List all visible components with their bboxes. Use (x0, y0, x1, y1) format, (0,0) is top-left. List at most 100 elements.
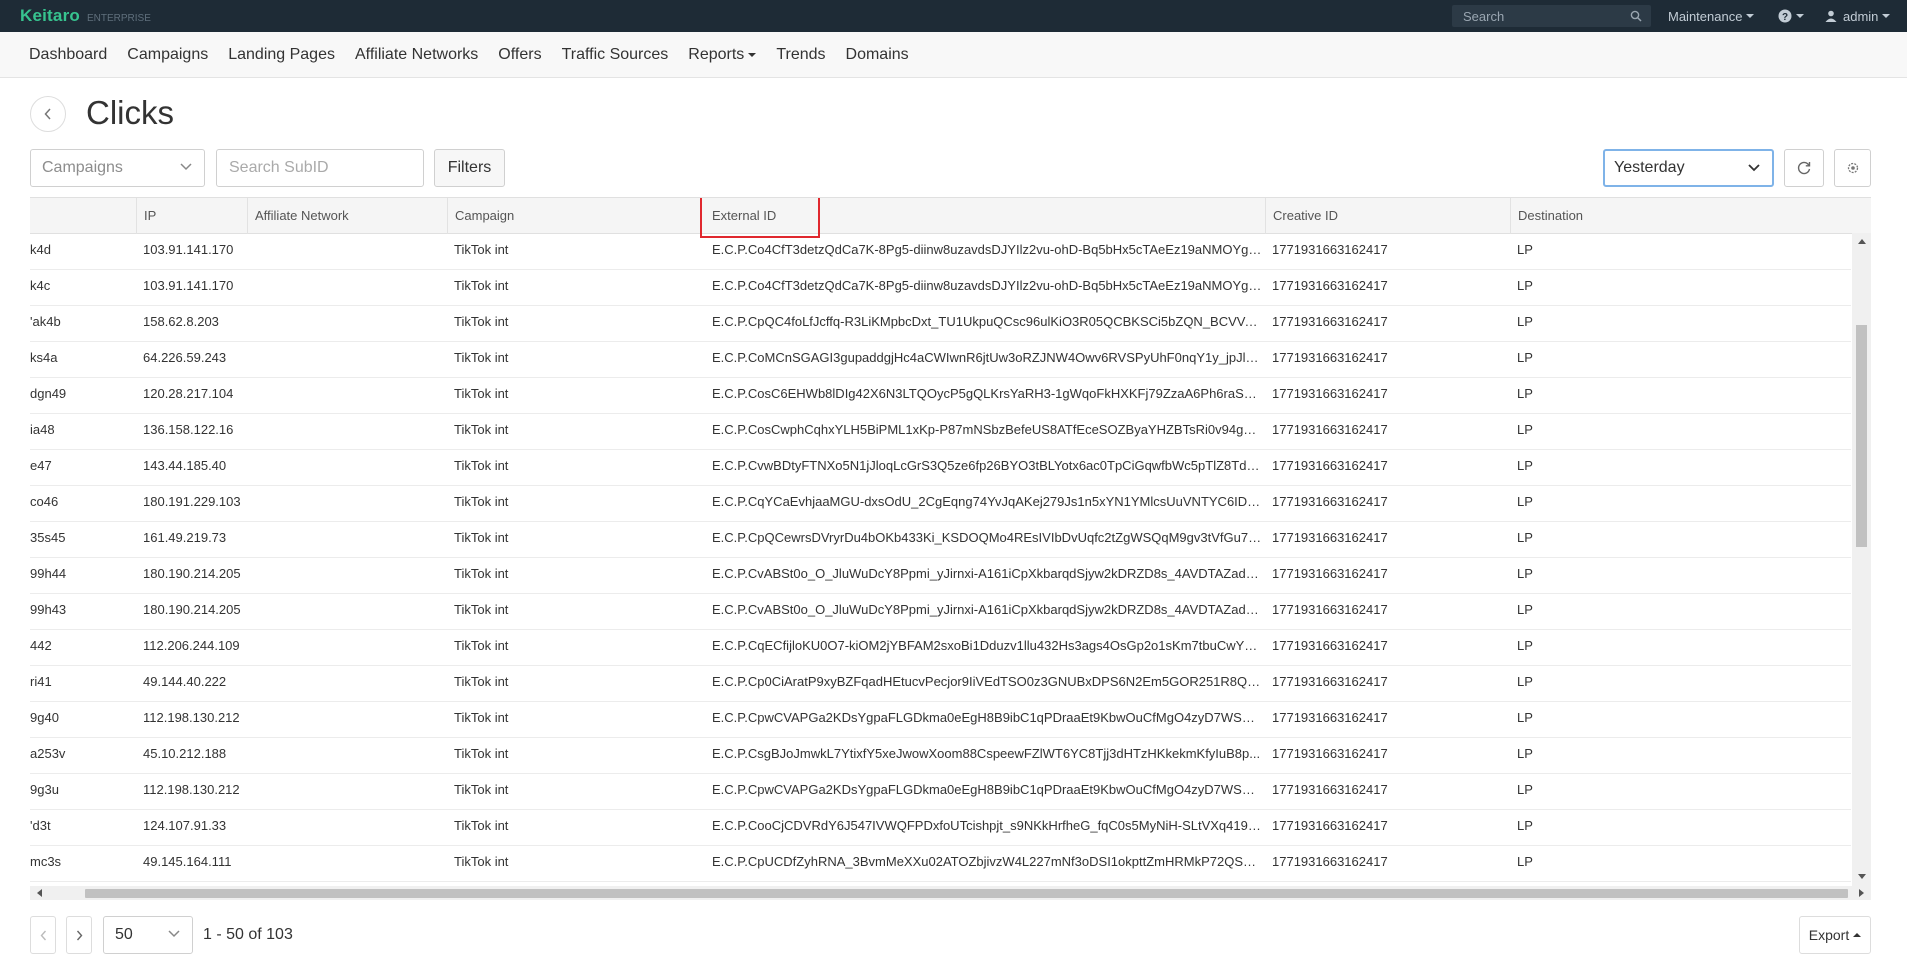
table-row[interactable]: 99h44 180.190.214.205 TikTok int E.C.P.C… (30, 558, 1851, 594)
cell-ip: 180.191.229.103 (143, 494, 241, 509)
column-header-subid[interactable] (30, 198, 136, 234)
cell-campaign: TikTok int (454, 314, 509, 329)
cell-subid: 'ak4b (30, 314, 61, 329)
nav-traffic-sources[interactable]: Traffic Sources (562, 46, 669, 64)
nav-affiliate-networks[interactable]: Affiliate Networks (355, 46, 478, 64)
cell-external-id: E.C.P.CpUCDfZyhRNA_3BvmMeXXu02ATOZbjivzW… (712, 854, 1262, 869)
prev-page-button[interactable] (30, 916, 56, 954)
export-button[interactable]: Export (1799, 916, 1871, 954)
cell-destination: LP (1517, 278, 1533, 293)
cell-subid: 'd3t (30, 818, 51, 833)
scroll-down-arrow-icon[interactable] (1858, 874, 1866, 879)
global-search-input[interactable] (1452, 8, 1622, 24)
scroll-right-arrow-icon[interactable] (1859, 889, 1864, 897)
nav-trends[interactable]: Trends (776, 46, 825, 64)
column-header-affiliate-network[interactable]: Affiliate Network (247, 198, 447, 234)
table-row[interactable]: k4c 103.91.141.170 TikTok int E.C.P.Co4C… (30, 270, 1851, 306)
table-row[interactable]: k4d 103.91.141.170 TikTok int E.C.P.Co4C… (30, 234, 1851, 270)
back-button[interactable] (30, 96, 66, 132)
column-settings-button[interactable] (1834, 149, 1871, 187)
table-row[interactable]: ri41 49.144.40.222 TikTok int E.C.P.Cp0C… (30, 666, 1851, 702)
cell-external-id: E.C.P.CvABSt0o_O_JluWuDcY8Ppmi_yJirnxi-A… (712, 602, 1262, 617)
table-row[interactable]: mc3s 49.145.164.111 TikTok int E.C.P.CpU… (30, 846, 1851, 882)
date-range-select[interactable]: Yesterday (1603, 149, 1774, 187)
refresh-button[interactable] (1784, 149, 1824, 187)
per-page-select[interactable]: 50 (103, 916, 193, 954)
cell-creative-id: 1771931663162417 (1272, 386, 1388, 401)
nav-reports[interactable]: Reports (688, 46, 757, 64)
horizontal-scrollbar[interactable] (30, 886, 1871, 900)
cell-creative-id: 1771931663162417 (1272, 638, 1388, 653)
cell-external-id: E.C.P.Co4CfT3detzQdCa7K-8Pg5-diinw8uzavd… (712, 278, 1262, 293)
table-row[interactable]: 9g3u 112.198.130.212 TikTok int E.C.P.Cp… (30, 774, 1851, 810)
cell-ip: 103.91.141.170 (143, 242, 234, 257)
filters-button[interactable]: Filters (434, 149, 505, 187)
campaigns-select[interactable]: Campaigns (30, 149, 205, 187)
settings-icon (1847, 162, 1858, 174)
brand-logo[interactable]: Keitaro ENTERPRISE (0, 6, 151, 26)
cell-ip: 124.107.91.33 (143, 818, 227, 833)
column-header-campaign[interactable]: Campaign (447, 198, 695, 234)
cell-destination: LP (1517, 854, 1533, 869)
cell-ip: 112.206.244.109 (143, 638, 240, 653)
cell-destination: LP (1517, 674, 1533, 689)
global-search (1452, 5, 1651, 27)
chevron-down-icon (168, 930, 180, 938)
table-row[interactable]: 99h43 180.190.214.205 TikTok int E.C.P.C… (30, 594, 1851, 630)
table-row[interactable]: 'ak4b 158.62.8.203 TikTok int E.C.P.CpQC… (30, 306, 1851, 342)
help-menu[interactable]: ? (1778, 0, 1804, 32)
cell-external-id: E.C.P.CpwCVAPGa2KDsYgpaFLGDkma0eEgH8B9ib… (712, 782, 1262, 797)
cell-external-id: E.C.P.CpQC4foLfJcffq-R3LiKMpbcDxt_TU1Ukp… (712, 314, 1262, 329)
cell-creative-id: 1771931663162417 (1272, 566, 1388, 581)
table-row[interactable]: 'd3t 124.107.91.33 TikTok int E.C.P.CooC… (30, 810, 1851, 846)
cell-destination: LP (1517, 602, 1533, 617)
cell-destination: LP (1517, 494, 1533, 509)
table-row[interactable]: 442 112.206.244.109 TikTok int E.C.P.CqE… (30, 630, 1851, 666)
cell-ip: 158.62.8.203 (143, 314, 219, 329)
table-row[interactable]: dgn49 120.28.217.104 TikTok int E.C.P.Co… (30, 378, 1851, 414)
cell-ip: 161.49.219.73 (143, 530, 227, 545)
table-row[interactable]: 35s45 161.49.219.73 TikTok int E.C.P.CpQ… (30, 522, 1851, 558)
user-menu[interactable]: admin (1825, 0, 1891, 32)
nav-campaigns[interactable]: Campaigns (127, 46, 208, 64)
clicks-table: IP Affiliate Network Campaign External I… (30, 197, 1871, 900)
nav-landing-pages[interactable]: Landing Pages (228, 46, 335, 64)
pagination-info: 1 - 50 of 103 (203, 926, 293, 943)
nav-dashboard[interactable]: Dashboard (29, 46, 107, 64)
table-row[interactable]: ks4a 64.226.59.243 TikTok int E.C.P.CoMC… (30, 342, 1851, 378)
next-page-button[interactable] (66, 916, 92, 954)
cell-campaign: TikTok int (454, 818, 509, 833)
column-header-destination[interactable]: Destination (1510, 198, 1871, 234)
search-subid-input[interactable] (216, 149, 424, 187)
table-row[interactable]: 9g40 112.198.130.212 TikTok int E.C.P.Cp… (30, 702, 1851, 738)
main-nav: Dashboard Campaigns Landing Pages Affili… (0, 32, 1907, 78)
cell-ip: 49.144.40.222 (143, 674, 227, 689)
column-header-ip[interactable]: IP (136, 198, 247, 234)
column-header-creative-id[interactable]: Creative ID (1265, 198, 1510, 234)
cell-campaign: TikTok int (454, 638, 509, 653)
cell-subid: ri41 (30, 674, 52, 689)
vertical-scroll-thumb[interactable] (1856, 325, 1867, 547)
user-icon (1825, 10, 1837, 22)
maintenance-menu[interactable]: Maintenance (1668, 0, 1755, 32)
search-icon[interactable] (1630, 10, 1642, 22)
cell-destination: LP (1517, 638, 1533, 653)
nav-domains[interactable]: Domains (846, 46, 909, 64)
table-row[interactable]: a253v 45.10.212.188 TikTok int E.C.P.Csg… (30, 738, 1851, 774)
cell-ip: 45.10.212.188 (143, 746, 227, 761)
cell-creative-id: 1771931663162417 (1272, 818, 1388, 833)
cell-ip: 49.145.164.111 (143, 854, 232, 869)
nav-offers[interactable]: Offers (498, 46, 541, 64)
table-row[interactable]: co46 180.191.229.103 TikTok int E.C.P.Cq… (30, 486, 1851, 522)
cell-campaign: TikTok int (454, 530, 509, 545)
scroll-up-arrow-icon[interactable] (1858, 239, 1866, 244)
vertical-scrollbar[interactable] (1852, 233, 1871, 887)
cell-external-id: E.C.P.Cp0CiAratP9xyBZFqadHEtucvPecjor9Ii… (712, 674, 1262, 689)
table-row[interactable]: e47 143.44.185.40 TikTok int E.C.P.CvwBD… (30, 450, 1851, 486)
caret-down-icon (1796, 14, 1804, 18)
scroll-left-arrow-icon[interactable] (37, 889, 42, 897)
horizontal-scroll-thumb[interactable] (85, 889, 1848, 898)
cell-creative-id: 1771931663162417 (1272, 674, 1388, 689)
table-row[interactable]: ia48 136.158.122.16 TikTok int E.C.P.Cos… (30, 414, 1851, 450)
campaigns-select-placeholder: Campaigns (42, 159, 123, 176)
